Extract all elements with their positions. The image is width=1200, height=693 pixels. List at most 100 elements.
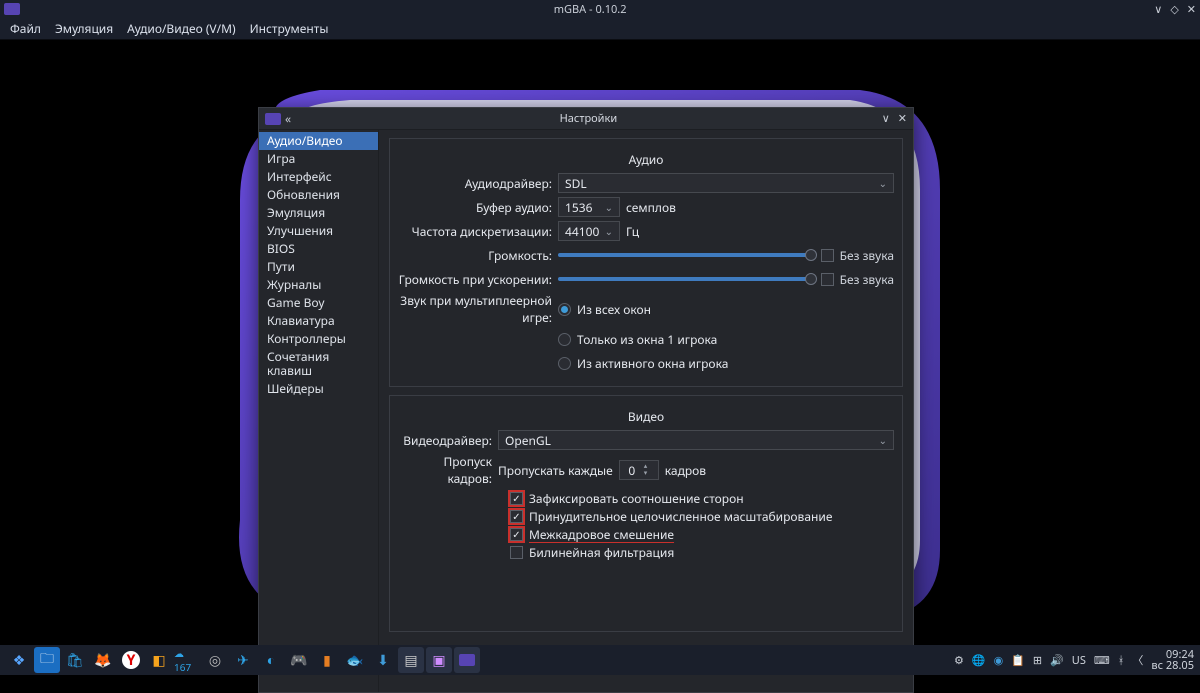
start-menu-icon[interactable]: ❖ <box>6 647 32 673</box>
audio-driver-combo[interactable]: SDL⌄ <box>558 173 894 193</box>
task-mgba[interactable] <box>454 647 480 673</box>
close-icon[interactable]: ✕ <box>1187 2 1196 17</box>
app-icon <box>4 3 20 15</box>
tray-volume-icon[interactable]: 🔊 <box>1050 653 1064 668</box>
category-emulation[interactable]: Эмуляция <box>259 204 378 222</box>
dialog-title: Настройки <box>295 111 882 126</box>
chevron-down-icon: ⌄ <box>879 433 887 447</box>
audio-driver-label: Аудиодрайвер: <box>398 175 558 192</box>
yandex-icon[interactable]: Y <box>118 647 144 673</box>
tray-bluetooth-icon[interactable]: ᚼ <box>1118 653 1125 668</box>
dialog-app-icon <box>265 113 281 125</box>
obs-icon[interactable]: ◎ <box>202 647 228 673</box>
category-bios[interactable]: BIOS <box>259 240 378 258</box>
category-controllers[interactable]: Контроллеры <box>259 330 378 348</box>
app-icon-3[interactable]: 🎮 <box>286 647 312 673</box>
firefox-icon[interactable]: 🦊 <box>90 647 116 673</box>
mp-option-active: Из активного окна игрока <box>577 355 728 372</box>
download-icon[interactable]: ⬇ <box>370 647 396 673</box>
dialog-minimize-icon[interactable]: ∨ <box>882 111 890 126</box>
tray-clipboard-icon[interactable]: 📋 <box>1011 653 1025 668</box>
menu-tools[interactable]: Инструменты <box>250 20 329 37</box>
tray-icon-1[interactable]: ⚙ <box>954 653 964 668</box>
category-enhancements[interactable]: Улучшения <box>259 222 378 240</box>
audio-buffer-combo[interactable]: 1536⌄ <box>558 197 620 217</box>
frameskip-unit: кадров <box>665 462 706 479</box>
cloud-icon[interactable]: ☁167 <box>174 647 200 673</box>
category-interface[interactable]: Интерфейс <box>259 168 378 186</box>
taskbar: ❖ 🗀 🛍 🦊 Y ◧ ☁167 ◎ ✈ ◐ 🎮 ▮ 🐟 ⬇ ▤ ▣ ⚙ 🌐 ◉… <box>0 645 1200 675</box>
sample-rate-label: Частота дискретизации: <box>398 223 558 240</box>
mute-checkbox[interactable] <box>821 249 834 262</box>
app-icon-2[interactable]: ◐ <box>258 647 284 673</box>
mp-option-p1: Только из окна 1 игрока <box>577 331 717 348</box>
bilinear-checkbox[interactable] <box>510 546 523 559</box>
interframe-checkbox[interactable] <box>510 528 523 541</box>
video-section-title: Видео <box>398 402 894 427</box>
category-gameboy[interactable]: Game Boy <box>259 294 378 312</box>
category-game[interactable]: Игра <box>259 150 378 168</box>
volume-slider[interactable] <box>558 253 811 257</box>
tray-chevron-icon[interactable]: 〈 <box>1132 652 1143 668</box>
frameskip-spinner[interactable]: ▴▾ <box>619 460 659 480</box>
clock[interactable]: 09:24 вс 28.05 <box>1151 649 1194 671</box>
settings-dialog: « Настройки ∨ ✕ Аудио/Видео Игра Интерфе… <box>258 107 914 693</box>
minimize-icon[interactable]: ∨ <box>1154 2 1162 17</box>
telegram-icon[interactable]: ✈ <box>230 647 256 673</box>
mp-audio-label: Звук при мультиплеерной игре: <box>398 292 558 326</box>
task-window-2[interactable]: ▣ <box>426 647 452 673</box>
file-manager-icon[interactable]: 🗀 <box>34 647 60 673</box>
category-paths[interactable]: Пути <box>259 258 378 276</box>
app-icon-5[interactable]: 🐟 <box>342 647 368 673</box>
integer-scale-label: Принудительное целочисленное масштабиров… <box>529 508 832 525</box>
tray-icon-2[interactable]: ⊞ <box>1033 653 1042 668</box>
category-updates[interactable]: Обновления <box>259 186 378 204</box>
system-tray: ⚙ 🌐 ◉ 📋 ⊞ 🔊 US ⌨ ᚼ 〈 09:24 вс 28.05 <box>954 649 1194 671</box>
audio-section-title: Аудио <box>398 145 894 170</box>
mp-option-all: Из всех окон <box>577 301 651 318</box>
ff-mute-checkbox[interactable] <box>821 273 834 286</box>
sample-rate-combo[interactable]: 44100⌄ <box>558 221 620 241</box>
mp-radio-all[interactable] <box>558 303 571 316</box>
store-icon[interactable]: 🛍 <box>62 647 88 673</box>
mute-label: Без звука <box>840 247 894 264</box>
interframe-label: Межкадровое смешение <box>529 526 674 543</box>
volume-label: Громкость: <box>398 247 558 264</box>
app-icon-1[interactable]: ◧ <box>146 647 172 673</box>
audio-section: Аудио Аудиодрайвер: SDL⌄ Буфер аудио: 15… <box>389 138 903 387</box>
task-window-1[interactable]: ▤ <box>398 647 424 673</box>
bilinear-label: Билинейная фильтрация <box>529 544 674 561</box>
ff-volume-label: Громкость при ускорении: <box>398 271 558 288</box>
video-driver-label: Видеодрайвер: <box>398 432 498 449</box>
category-logs[interactable]: Журналы <box>259 276 378 294</box>
category-shortcuts[interactable]: Сочетания клавиш <box>259 348 378 380</box>
menu-emulation[interactable]: Эмуляция <box>55 20 113 37</box>
tray-keyboard-icon[interactable]: ⌨ <box>1094 653 1110 668</box>
video-driver-combo[interactable]: OpenGL⌄ <box>498 430 894 450</box>
main-titlebar: mGBA - 0.10.2 ∨ ◇ ✕ <box>0 0 1200 18</box>
maximize-icon[interactable]: ◇ <box>1170 2 1178 17</box>
ff-volume-slider[interactable] <box>558 277 811 281</box>
category-list: Аудио/Видео Игра Интерфейс Обновления Эм… <box>259 130 379 692</box>
lock-aspect-checkbox[interactable] <box>510 492 523 505</box>
integer-scale-checkbox[interactable] <box>510 510 523 523</box>
mp-radio-p1[interactable] <box>558 333 571 346</box>
pin-icon[interactable]: « <box>285 110 291 127</box>
category-audio-video[interactable]: Аудио/Видео <box>259 132 378 150</box>
tray-globe-icon[interactable]: 🌐 <box>972 653 986 668</box>
tray-network-icon[interactable]: ◉ <box>994 653 1004 668</box>
app-icon-4[interactable]: ▮ <box>314 647 340 673</box>
mp-radio-active[interactable] <box>558 357 571 370</box>
keyboard-layout[interactable]: US <box>1072 653 1086 668</box>
chevron-down-icon: ⌄ <box>879 176 887 190</box>
category-shaders[interactable]: Шейдеры <box>259 380 378 398</box>
chevron-down-icon: ⌄ <box>605 200 613 214</box>
audio-buffer-unit: семплов <box>626 199 676 216</box>
settings-pane: Аудио Аудиодрайвер: SDL⌄ Буфер аудио: 15… <box>379 130 913 692</box>
menu-audio-video[interactable]: Аудио/Видео (V/M) <box>127 20 235 37</box>
ff-mute-label: Без звука <box>840 271 894 288</box>
category-keyboard[interactable]: Клавиатура <box>259 312 378 330</box>
dialog-close-icon[interactable]: ✕ <box>898 111 907 126</box>
menu-file[interactable]: Файл <box>10 20 41 37</box>
lock-aspect-label: Зафиксировать соотношение сторон <box>529 490 744 507</box>
